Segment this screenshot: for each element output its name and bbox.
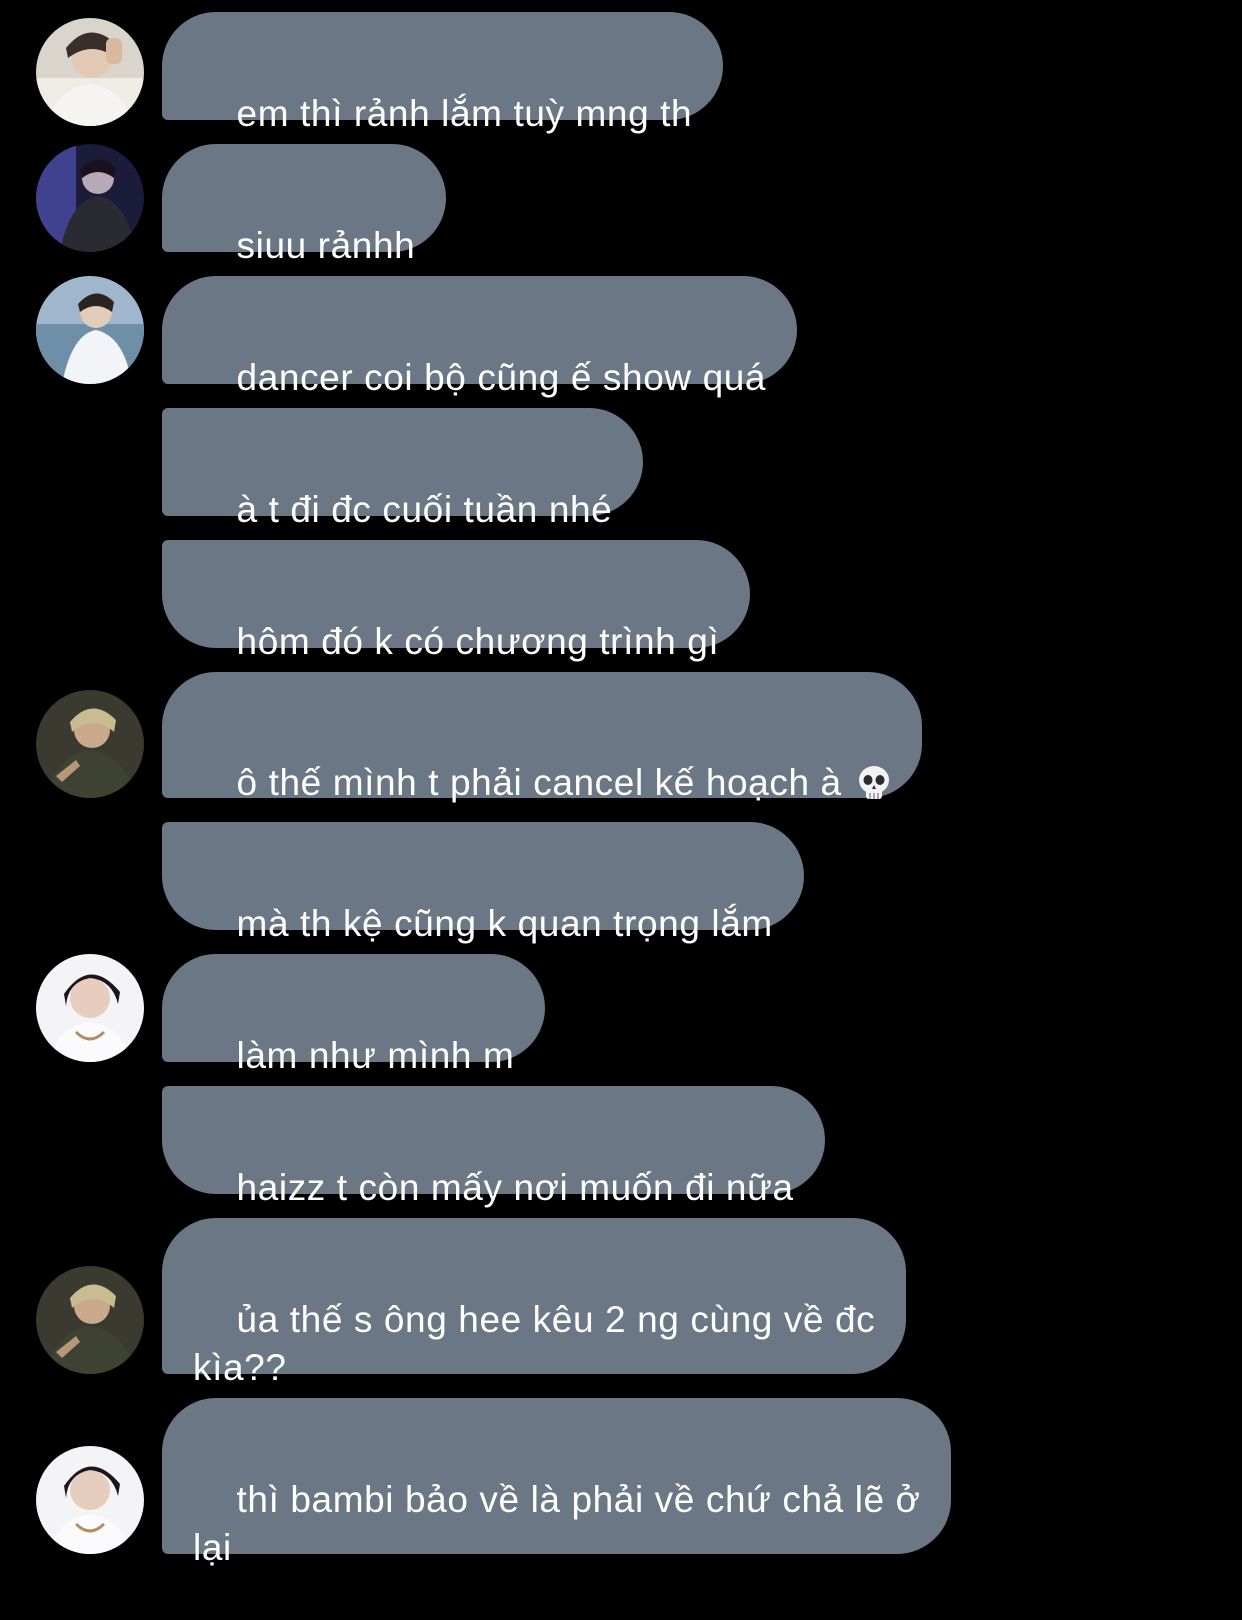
sender-avatar[interactable] — [36, 144, 144, 252]
message-text: mà th kệ cũng k quan trọng lắm — [236, 903, 773, 944]
message-text: em thì rảnh lắm tuỳ mng th — [236, 93, 693, 134]
message-text: dancer coi bộ cũng ế show quá — [236, 357, 767, 398]
message-text: làm như mình m — [236, 1035, 515, 1076]
message-text: siuu rảnhh — [236, 225, 416, 266]
message-bubble[interactable]: thì bambi bảo về là phải về chứ chả lẽ ở… — [162, 1398, 952, 1568]
sender-avatar[interactable] — [36, 1446, 144, 1554]
message-text: ủa thế s ông hee kêu 2 ng cùng về đc kìa… — [193, 1299, 876, 1388]
message-bubble[interactable]: haizz t còn mấy nơi muốn đi nữa — [162, 1086, 825, 1208]
message-bubble[interactable]: à t đi đc cuối tuần nhé — [162, 408, 644, 530]
skull-emoji-icon — [857, 765, 891, 801]
message-bubble[interactable]: ô thế mình t phải cancel kế hoạch à — [162, 672, 922, 803]
message-bubble[interactable]: em thì rảnh lắm tuỳ mng th — [162, 12, 724, 134]
message-bubble[interactable]: dancer coi bộ cũng ế show quá — [162, 276, 798, 398]
message-bubble[interactable]: siuu rảnhh — [162, 144, 447, 266]
sender-avatar[interactable] — [36, 276, 144, 384]
sender-avatar[interactable] — [36, 954, 144, 1062]
message-bubble[interactable]: hôm đó k có chương trình gì — [162, 540, 751, 662]
message-text: hôm đó k có chương trình gì — [236, 621, 720, 662]
message-text: thì bambi bảo về là phải về chứ chả lẽ ở… — [193, 1479, 921, 1568]
message-bubble[interactable]: mà th kệ cũng k quan trọng lắm — [162, 822, 804, 944]
message-text: ô thế mình t phải cancel kế hoạch à — [236, 762, 853, 803]
sender-avatar[interactable] — [36, 690, 144, 798]
message-bubble[interactable]: ủa thế s ông hee kêu 2 ng cùng về đc kìa… — [162, 1218, 907, 1388]
sender-avatar[interactable] — [36, 18, 144, 126]
sender-avatar[interactable] — [36, 1266, 144, 1374]
message-bubble[interactable]: làm như mình m — [162, 954, 546, 1076]
message-text: à t đi đc cuối tuần nhé — [236, 489, 613, 530]
message-text: haizz t còn mấy nơi muốn đi nữa — [236, 1167, 794, 1208]
